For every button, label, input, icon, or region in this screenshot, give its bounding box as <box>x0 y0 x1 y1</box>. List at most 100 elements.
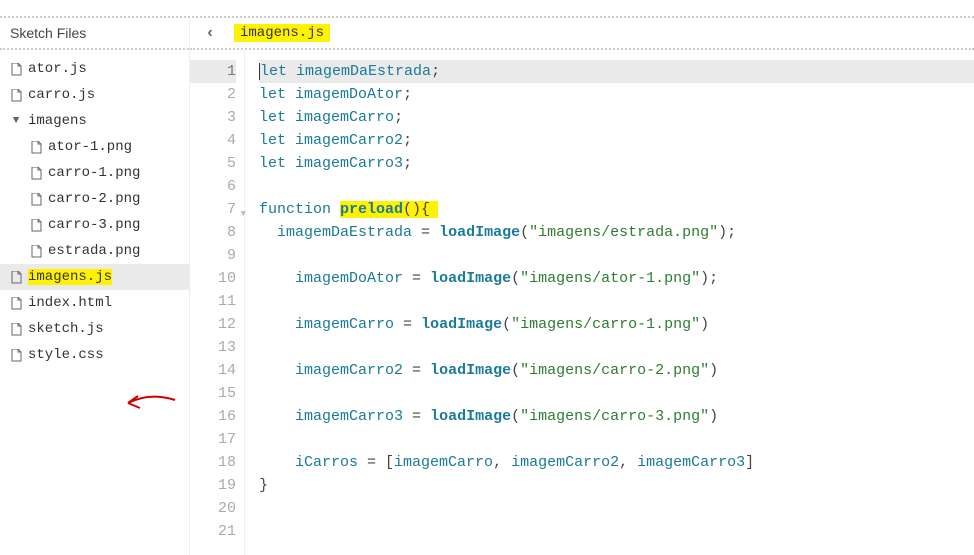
code-line[interactable] <box>259 290 974 313</box>
file-item-label: ator-1.png <box>48 139 132 155</box>
file-icon <box>10 63 22 76</box>
line-number: 18 <box>190 451 236 474</box>
code-line[interactable]: let imagemCarro; <box>259 106 974 129</box>
code-line[interactable] <box>259 244 974 267</box>
file-item[interactable]: carro-1.png <box>0 160 189 186</box>
file-item-label: carro.js <box>28 87 95 103</box>
line-number: 7 <box>190 198 236 221</box>
code-token: preload <box>340 201 403 218</box>
file-item-label: imagens.js <box>28 269 112 285</box>
line-number: 10 <box>190 267 236 290</box>
code-token: , <box>619 454 637 471</box>
code-token: , <box>493 454 511 471</box>
code-token <box>259 362 295 379</box>
file-item[interactable]: style.css <box>0 342 189 368</box>
code-token <box>286 86 295 103</box>
code-token: "imagens/carro-3.png" <box>520 408 709 425</box>
editor-tab-bar: ‹ imagens.js <box>190 18 974 50</box>
line-number: 20 <box>190 497 236 520</box>
code-token: let <box>259 132 286 149</box>
folder-item[interactable]: ▼imagens <box>0 108 189 134</box>
code-token: ( <box>511 270 520 287</box>
file-item[interactable]: carro.js <box>0 82 189 108</box>
file-item-label: sketch.js <box>28 321 104 337</box>
code-token: ( <box>502 316 511 333</box>
line-number: 6 <box>190 175 236 198</box>
line-number: 3 <box>190 106 236 129</box>
code-line[interactable]: iCarros = [imagemCarro, imagemCarro2, im… <box>259 451 974 474</box>
code-line[interactable]: let imagemDoAtor; <box>259 83 974 106</box>
back-button[interactable]: ‹ <box>200 23 220 43</box>
code-token: let <box>259 109 286 126</box>
code-line[interactable] <box>259 382 974 405</box>
code-line[interactable] <box>259 175 974 198</box>
code-line[interactable]: imagemDoAtor = loadImage("imagens/ator-1… <box>259 267 974 290</box>
code-token <box>259 224 277 241</box>
file-item[interactable]: ator-1.png <box>0 134 189 160</box>
code-token: imagemDaEstrada <box>277 224 412 241</box>
line-number: 1 <box>190 60 236 83</box>
code-line[interactable]: imagemDaEstrada = loadImage("imagens/est… <box>259 221 974 244</box>
line-number: 9 <box>190 244 236 267</box>
code-token <box>331 201 340 218</box>
code-token: ] <box>745 454 754 471</box>
code-line[interactable] <box>259 428 974 451</box>
code-editor[interactable]: 123456789101112131415161718192021 let im… <box>190 50 974 555</box>
code-token: loadImage <box>430 362 511 379</box>
editor-area: ‹ imagens.js 123456789101112131415161718… <box>190 18 974 555</box>
file-icon <box>10 349 22 362</box>
file-icon <box>30 193 42 206</box>
code-token <box>259 408 295 425</box>
line-number: 17 <box>190 428 236 451</box>
file-item-label: style.css <box>28 347 104 363</box>
line-number-gutter: 123456789101112131415161718192021 <box>190 50 245 555</box>
line-number: 11 <box>190 290 236 313</box>
file-item[interactable]: carro-2.png <box>0 186 189 212</box>
line-number: 4 <box>190 129 236 152</box>
window-toolbar-strip <box>0 0 974 18</box>
code-line[interactable]: } <box>259 474 974 497</box>
code-line[interactable] <box>259 520 974 543</box>
code-token: "imagens/carro-1.png" <box>511 316 700 333</box>
file-item[interactable]: ator.js <box>0 56 189 82</box>
code-token: imagemDoAtor <box>295 86 403 103</box>
file-item-label: estrada.png <box>48 243 140 259</box>
current-file-tab[interactable]: imagens.js <box>234 24 330 42</box>
code-line[interactable]: let imagemCarro3; <box>259 152 974 175</box>
code-line[interactable]: function preload(){ <box>259 198 974 221</box>
code-line[interactable]: let imagemCarro2; <box>259 129 974 152</box>
code-line[interactable]: imagemCarro2 = loadImage("imagens/carro-… <box>259 359 974 382</box>
code-content[interactable]: let imagemDaEstrada;let imagemDoAtor;let… <box>245 50 974 555</box>
code-line[interactable] <box>259 336 974 359</box>
code-token: ; <box>394 109 403 126</box>
code-line[interactable]: imagemCarro = loadImage("imagens/carro-1… <box>259 313 974 336</box>
code-line[interactable]: let imagemDaEstrada; <box>259 60 974 83</box>
line-number: 19 <box>190 474 236 497</box>
file-item[interactable]: sketch.js <box>0 316 189 342</box>
line-number: 13 <box>190 336 236 359</box>
code-line[interactable] <box>259 497 974 520</box>
file-item[interactable]: index.html <box>0 290 189 316</box>
code-token: = <box>394 316 421 333</box>
code-token: imagemDoAtor <box>295 270 403 287</box>
code-token: imagemCarro3 <box>295 408 403 425</box>
code-token <box>286 109 295 126</box>
code-line[interactable]: imagemCarro3 = loadImage("imagens/carro-… <box>259 405 974 428</box>
file-item[interactable]: carro-3.png <box>0 212 189 238</box>
file-item[interactable]: estrada.png <box>0 238 189 264</box>
line-number: 5 <box>190 152 236 175</box>
main-layout: Sketch Files ator.jscarro.js▼imagensator… <box>0 18 974 555</box>
code-token <box>286 155 295 172</box>
code-token: ; <box>431 63 440 80</box>
line-number: 8 <box>190 221 236 244</box>
code-token: ; <box>403 132 412 149</box>
code-token: ; <box>403 86 412 103</box>
file-sidebar: Sketch Files ator.jscarro.js▼imagensator… <box>0 18 190 555</box>
file-item[interactable]: imagens.js <box>0 264 189 290</box>
code-token: imagemCarro2 <box>295 132 403 149</box>
line-number: 14 <box>190 359 236 382</box>
code-token: = <box>403 362 430 379</box>
code-token: let <box>260 63 287 80</box>
code-token: = <box>412 224 439 241</box>
file-item-label: imagens <box>28 113 87 129</box>
